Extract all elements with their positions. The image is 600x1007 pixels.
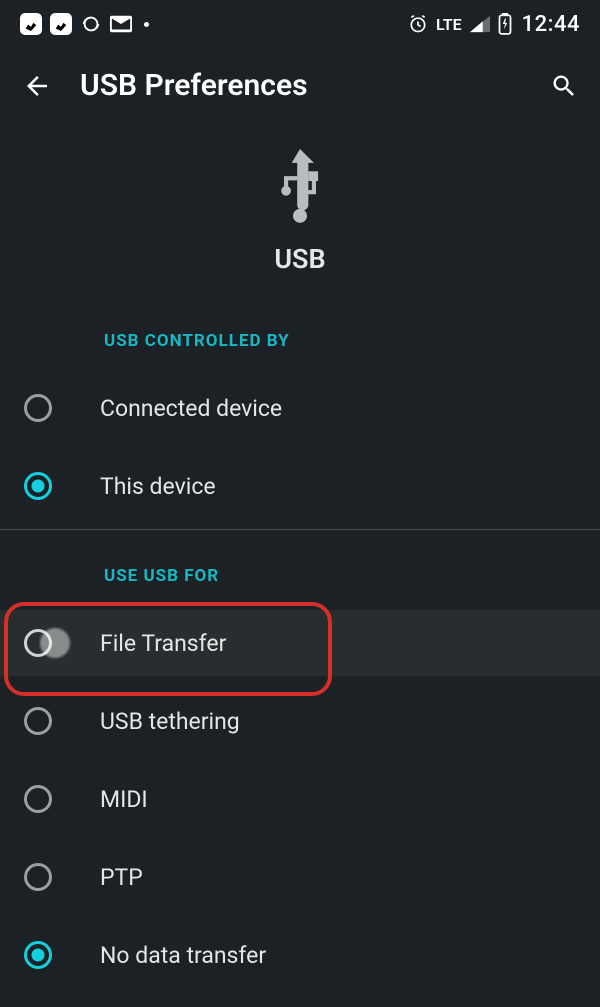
messenger-icon: [50, 13, 72, 35]
option-usb-tethering[interactable]: USB tethering: [0, 682, 600, 760]
option-ptp[interactable]: PTP: [0, 838, 600, 916]
mail-icon: [110, 15, 132, 33]
usb-hero: USB: [0, 149, 600, 275]
radio-selected-icon: [24, 472, 52, 500]
option-label: Connected device: [100, 395, 282, 422]
controlled-by-options: Connected device This device: [0, 369, 600, 525]
radio-icon: [24, 394, 52, 422]
alarm-icon: [408, 14, 428, 34]
usb-icon: [271, 149, 329, 227]
option-label: USB tethering: [100, 708, 240, 735]
section-divider: [0, 529, 600, 530]
battery-charging-icon: [498, 13, 512, 35]
option-file-transfer[interactable]: File Transfer: [0, 604, 600, 682]
page-title: USB Preferences: [80, 68, 308, 103]
radio-selected-icon: [24, 941, 52, 969]
option-label: No data transfer: [100, 942, 266, 969]
search-icon[interactable]: [550, 72, 578, 100]
option-label: PTP: [100, 864, 143, 891]
use-for-options: File Transfer USB tethering MIDI PTP No …: [0, 604, 600, 994]
radio-icon: [24, 863, 52, 891]
radio-icon: [24, 707, 52, 735]
option-connected-device[interactable]: Connected device: [0, 369, 600, 447]
messenger-icon: [20, 13, 42, 35]
section-label-controlled-by: USB CONTROLLED BY: [0, 331, 600, 351]
option-label: File Transfer: [100, 630, 226, 657]
sync-icon: [80, 13, 102, 35]
option-no-data-transfer[interactable]: No data transfer: [0, 916, 600, 994]
option-this-device[interactable]: This device: [0, 447, 600, 525]
usb-hero-label: USB: [274, 243, 325, 275]
signal-icon: [470, 15, 490, 33]
back-arrow-icon[interactable]: [22, 71, 52, 101]
status-left: [20, 13, 149, 35]
option-label: MIDI: [100, 786, 148, 813]
touch-indicator-icon: [40, 628, 70, 658]
option-midi[interactable]: MIDI: [0, 760, 600, 838]
network-type: LTE: [436, 15, 462, 34]
option-file-transfer-highlight: File Transfer: [0, 604, 600, 682]
radio-icon: [24, 785, 52, 813]
option-label: This device: [100, 473, 216, 500]
more-notifications-dot: [144, 22, 149, 27]
section-label-use-for: USE USB FOR: [0, 566, 600, 586]
status-bar: LTE 12:44: [0, 0, 600, 48]
status-right: LTE 12:44: [408, 12, 580, 37]
app-header: USB Preferences: [0, 48, 600, 121]
clock: 12:44: [522, 12, 580, 37]
